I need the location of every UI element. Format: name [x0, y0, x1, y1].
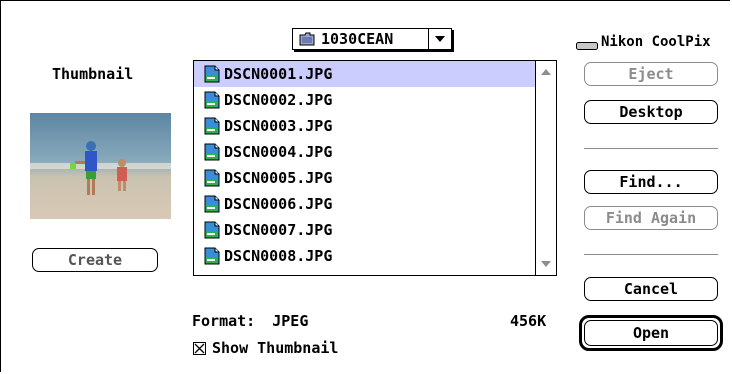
folder-popup[interactable]: 1030CEAN [292, 28, 452, 50]
open-button-label: Open [632, 324, 670, 342]
find-again-button[interactable]: Find Again [584, 206, 718, 230]
jpeg-file-icon [204, 195, 220, 213]
file-name: DSCN0001.JPG [224, 65, 333, 83]
thumbnail-image [30, 113, 171, 219]
find-button-label: Find... [619, 173, 683, 191]
format-value: JPEG [272, 312, 309, 330]
format-label: Format: [192, 312, 256, 330]
file-size: 456K [510, 312, 547, 330]
separator [584, 254, 718, 255]
checkbox-checked-icon[interactable] [193, 341, 206, 355]
folder-popup-label: 1030CEAN [321, 30, 394, 48]
file-name: DSCN0007.JPG [224, 221, 333, 239]
file-row[interactable]: DSCN0004.JPG [194, 139, 536, 165]
file-row[interactable]: DSCN0005.JPG [194, 165, 536, 191]
chevron-down-icon[interactable] [428, 29, 451, 49]
thumbnail-heading: Thumbnail [52, 65, 134, 83]
jpeg-file-icon [204, 91, 220, 109]
volume-name: Nikon CoolPix [601, 34, 711, 50]
eject-button-label: Eject [628, 65, 674, 83]
jpeg-file-icon [204, 221, 220, 239]
file-name: DSCN0002.JPG [224, 91, 333, 109]
file-name: DSCN0004.JPG [224, 143, 333, 161]
file-name: DSCN0003.JPG [224, 117, 333, 135]
cancel-button-label: Cancel [623, 280, 679, 298]
file-row[interactable]: DSCN0006.JPG [194, 191, 536, 217]
file-name: DSCN0006.JPG [224, 195, 333, 213]
file-row[interactable]: DSCN0003.JPG [194, 113, 536, 139]
open-button[interactable]: Open [584, 320, 718, 346]
show-thumbnail-label: Show Thumbnail [212, 339, 339, 357]
format-info: Format: JPEG [192, 312, 308, 330]
drive-icon [576, 37, 598, 50]
create-button-label: Create [67, 251, 123, 269]
file-list-scrollbar[interactable] [535, 61, 556, 275]
file-row[interactable]: DSCN0008.JPG [194, 243, 536, 269]
jpeg-file-icon [204, 169, 220, 187]
file-name: DSCN0005.JPG [224, 169, 333, 187]
file-name: DSCN0008.JPG [224, 247, 333, 265]
volume-label: Nikon CoolPix [576, 34, 711, 50]
file-rows: DSCN0001.JPG DSCN0002.JPG DSCN0003.JPG DSCN… [194, 61, 536, 269]
jpeg-file-icon [204, 65, 220, 83]
desktop-button-label: Desktop [619, 103, 683, 121]
file-row[interactable]: DSCN0001.JPG [194, 61, 536, 87]
folder-icon [299, 32, 315, 46]
file-list[interactable]: DSCN0001.JPG DSCN0002.JPG DSCN0003.JPG DSCN… [193, 60, 557, 276]
jpeg-file-icon [204, 117, 220, 135]
create-button[interactable]: Create [32, 248, 158, 272]
separator [584, 148, 718, 149]
jpeg-file-icon [204, 247, 220, 265]
file-row[interactable]: DSCN0002.JPG [194, 87, 536, 113]
scroll-down-icon[interactable] [536, 255, 556, 273]
show-thumbnail-checkbox[interactable]: Show Thumbnail [193, 339, 338, 357]
desktop-button[interactable]: Desktop [584, 100, 718, 124]
jpeg-file-icon [204, 143, 220, 161]
find-again-button-label: Find Again [605, 209, 697, 227]
eject-button[interactable]: Eject [584, 62, 718, 86]
cancel-button[interactable]: Cancel [584, 277, 718, 301]
file-row[interactable]: DSCN0007.JPG [194, 217, 536, 243]
scroll-up-icon[interactable] [536, 63, 556, 81]
find-button[interactable]: Find... [584, 170, 718, 194]
